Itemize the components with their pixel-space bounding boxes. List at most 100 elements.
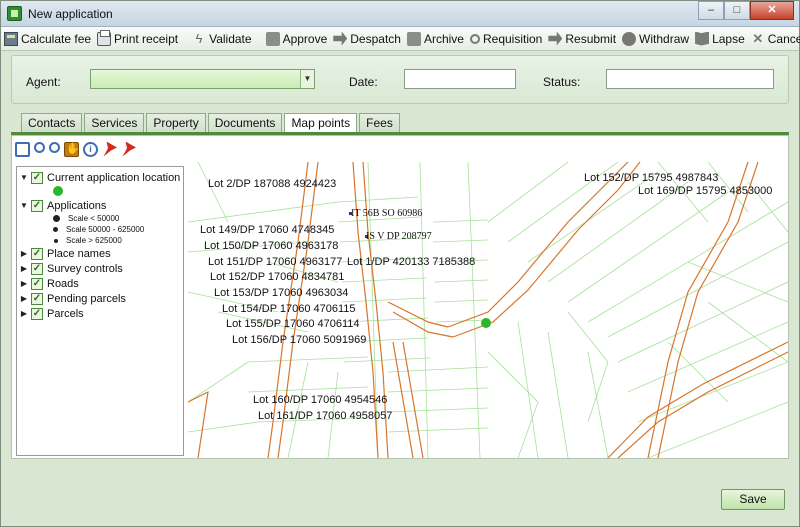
- withdraw-icon: [622, 31, 637, 46]
- expand-arrow-icon[interactable]: ▶: [19, 249, 29, 258]
- withdraw-label: Withdraw: [639, 31, 690, 46]
- parcel-label: Lot 1/DP 420133 7185388: [347, 256, 475, 268]
- dot-icon: [53, 215, 60, 222]
- resubmit-button[interactable]: Resubmit: [545, 28, 619, 50]
- chevron-down-icon[interactable]: ▼: [300, 70, 314, 88]
- map-canvas[interactable]: Lot 2/DP 187088 4924423 Lot 149/DP 17060…: [188, 162, 788, 458]
- printer-icon: [97, 29, 112, 46]
- expand-arrow-icon[interactable]: ▼: [19, 173, 29, 182]
- maximize-button[interactable]: □: [724, 1, 750, 20]
- date-label: Date:: [349, 75, 378, 89]
- zoom-out-icon[interactable]: [34, 142, 45, 153]
- parcel-label: Lot 160/DP 17060 4954546: [253, 394, 387, 406]
- tab-property[interactable]: Property: [146, 113, 206, 133]
- checkbox[interactable]: ✓: [31, 292, 43, 305]
- layer-label: Survey controls: [47, 262, 123, 275]
- tab-documents[interactable]: Documents: [207, 113, 283, 133]
- map-svg[interactable]: Lot 2/DP 187088 4924423 Lot 149/DP 17060…: [188, 162, 788, 458]
- scale-label: Scale > 625000: [66, 236, 122, 245]
- save-button[interactable]: Save: [721, 489, 785, 510]
- close-button[interactable]: ✕: [750, 1, 794, 20]
- checkbox[interactable]: ✓: [31, 307, 43, 320]
- application-window: New application – □ ✕ Calculate fee Prin…: [0, 0, 800, 527]
- checkbox[interactable]: ✓: [31, 277, 43, 290]
- lapse-button[interactable]: Lapse: [692, 28, 748, 50]
- survey-labels: IT 56B SO 60986 IS V DP 208797: [351, 208, 432, 242]
- layer-parcels[interactable]: ▶ ✓ Parcels: [19, 306, 181, 321]
- checkbox[interactable]: ✓: [31, 262, 43, 275]
- layer-label: Pending parcels: [47, 292, 126, 305]
- withdraw-button[interactable]: Withdraw: [619, 28, 692, 50]
- checkbox[interactable]: ✓: [31, 199, 43, 212]
- expand-arrow-icon[interactable]: ▼: [19, 201, 29, 210]
- dot-icon: [53, 227, 58, 232]
- approve-button[interactable]: Approve: [263, 28, 331, 50]
- expand-arrow-icon[interactable]: ▶: [19, 264, 29, 273]
- calculate-fee-button[interactable]: Calculate fee: [1, 28, 94, 50]
- despatch-icon: [333, 31, 348, 46]
- archive-icon: [406, 31, 421, 46]
- calculator-icon: [4, 31, 18, 46]
- scale-label: Scale 50000 - 625000: [66, 225, 145, 234]
- status-field[interactable]: [606, 69, 774, 89]
- remove-point-icon[interactable]: [122, 141, 136, 157]
- legend-scale-item: Scale > 625000: [19, 235, 181, 246]
- minimize-button[interactable]: –: [698, 1, 724, 20]
- application-header-panel: Agent: ▼ Date: Status:: [11, 55, 789, 104]
- survey-label: IS V DP 208797: [366, 231, 432, 242]
- expand-arrow-icon[interactable]: ▶: [19, 309, 29, 318]
- layer-roads[interactable]: ▶ ✓ Roads: [19, 276, 181, 291]
- resubmit-label: Resubmit: [565, 31, 617, 46]
- zoom-in-icon[interactable]: [49, 142, 60, 153]
- map-toolbar: i: [15, 139, 136, 159]
- tab-contacts[interactable]: Contacts: [21, 113, 83, 133]
- cancel-button[interactable]: ✕Cancel: [748, 28, 800, 50]
- date-field[interactable]: [404, 69, 516, 89]
- resubmit-icon: [548, 31, 563, 46]
- toolbar: Calculate fee Print receipt ϟ Validate Ap…: [1, 27, 800, 51]
- parcel-label: Lot 2/DP 187088 4924423: [208, 178, 336, 190]
- scale-label: Scale < 50000: [68, 214, 120, 223]
- layer-pending-parcels[interactable]: ▶ ✓ Pending parcels: [19, 291, 181, 306]
- despatch-label: Despatch: [350, 31, 401, 46]
- cancel-icon: ✕: [752, 30, 764, 46]
- parcel-label: Lot 154/DP 17060 4706115: [222, 303, 356, 315]
- app-icon: [7, 6, 22, 21]
- expand-arrow-icon[interactable]: ▶: [19, 294, 29, 303]
- archive-button[interactable]: Archive: [404, 28, 467, 50]
- print-receipt-button[interactable]: Print receipt: [94, 28, 181, 50]
- archive-label: Archive: [423, 31, 464, 46]
- title-bar: New application – □ ✕: [1, 1, 799, 27]
- parcel-label: Lot 149/DP 17060 4748345: [200, 224, 334, 236]
- despatch-button[interactable]: Despatch: [330, 28, 404, 50]
- dot-icon: [54, 238, 58, 243]
- add-point-icon[interactable]: [103, 141, 117, 157]
- layer-legend: ▼ ✓ Current application location ▼ ✓ App…: [16, 166, 184, 456]
- requisition-button[interactable]: Requisition: [467, 28, 545, 50]
- tab-fees[interactable]: Fees: [359, 113, 400, 133]
- parcel-label: Lot 155/DP 17060 4706114: [226, 318, 360, 330]
- tab-services[interactable]: Services: [84, 113, 145, 133]
- requisition-icon: [469, 33, 480, 44]
- layer-survey-controls[interactable]: ▶ ✓ Survey controls: [19, 261, 181, 276]
- full-extent-icon[interactable]: [15, 141, 30, 157]
- info-icon[interactable]: i: [83, 141, 98, 157]
- agent-combobox[interactable]: ▼: [90, 69, 315, 89]
- checkbox[interactable]: ✓: [31, 171, 43, 184]
- approve-icon: [265, 31, 280, 46]
- expand-arrow-icon[interactable]: ▶: [19, 279, 29, 288]
- parcel-label: Lot 161/DP 17060 4958057: [258, 410, 392, 422]
- layer-label: Place names: [47, 247, 111, 260]
- window-title: New application: [28, 7, 113, 21]
- pan-hand-icon[interactable]: [64, 141, 80, 157]
- layer-applications[interactable]: ▼ ✓ Applications: [19, 198, 181, 213]
- lapse-icon: [695, 31, 710, 46]
- tab-map-points[interactable]: Map points: [284, 113, 358, 134]
- validate-button[interactable]: ϟ Validate: [189, 28, 254, 50]
- approve-label: Approve: [282, 31, 328, 46]
- checkbox[interactable]: ✓: [31, 247, 43, 260]
- layer-place-names[interactable]: ▶ ✓ Place names: [19, 246, 181, 261]
- validate-label: Validate: [209, 31, 252, 46]
- layer-current-location[interactable]: ▼ ✓ Current application location: [19, 170, 181, 185]
- current-location-marker[interactable]: [481, 318, 491, 328]
